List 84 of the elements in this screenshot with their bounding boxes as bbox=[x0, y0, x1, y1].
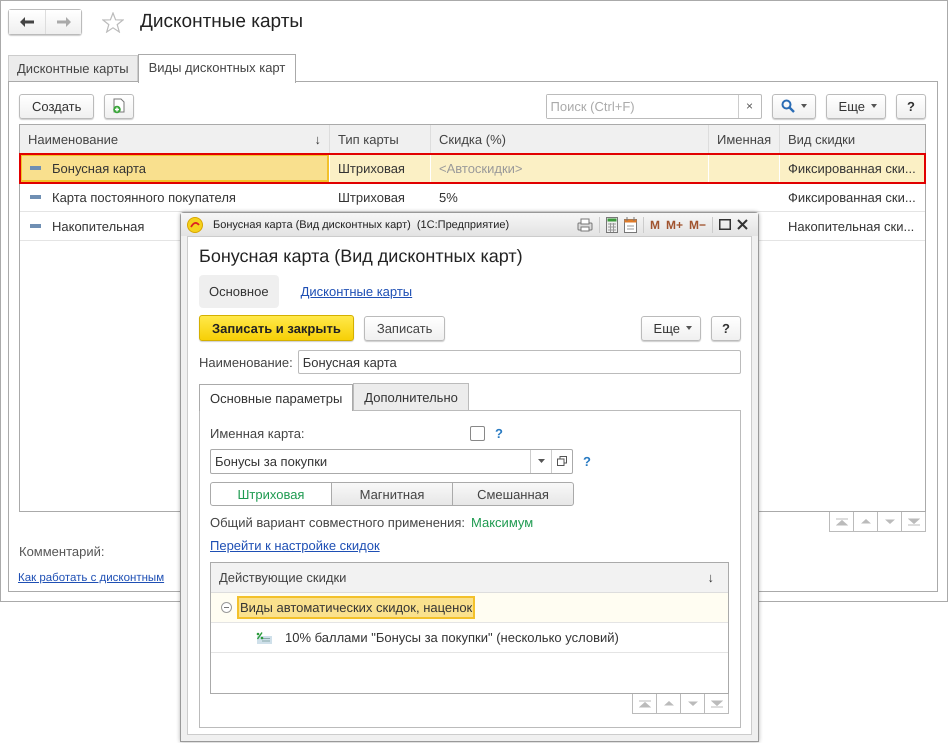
help-hint[interactable]: ? bbox=[583, 454, 591, 468]
open-window-icon bbox=[557, 456, 567, 466]
search-field[interactable]: Поиск (Ctrl+F) × bbox=[546, 94, 762, 118]
star-icon[interactable] bbox=[102, 12, 124, 32]
print-icon[interactable] bbox=[576, 218, 593, 232]
tab[interactable]: Основные параметры bbox=[199, 384, 354, 411]
up-icon bbox=[664, 701, 674, 706]
down-icon bbox=[884, 519, 894, 524]
more-button[interactable]: Еще bbox=[826, 94, 886, 118]
memory-button[interactable]: M bbox=[650, 218, 660, 232]
last-icon bbox=[710, 700, 722, 708]
app-logo-icon bbox=[187, 216, 203, 232]
table-cell: Штриховая bbox=[338, 160, 405, 176]
card-type-option[interactable]: Смешанная bbox=[452, 482, 574, 506]
back-arrow-icon bbox=[20, 17, 34, 27]
item-icon bbox=[30, 195, 41, 199]
table-row[interactable]: Бонусная карта Штриховая <Автоскидки> Фиксированная ски... bbox=[20, 154, 925, 183]
table-cell: Фиксированная ски... bbox=[788, 190, 916, 204]
table-cell: Бонусная карта bbox=[52, 160, 146, 176]
save-and-close-button[interactable]: Записать и закрыть bbox=[199, 315, 354, 341]
maximize-icon[interactable] bbox=[719, 219, 731, 230]
help-link[interactable]: Как работать с дисконтным bbox=[18, 572, 164, 584]
name-label: Наименование: bbox=[199, 354, 293, 370]
column-header[interactable]: Действующие скидки bbox=[219, 570, 346, 585]
clear-button[interactable]: × bbox=[738, 94, 761, 118]
checkbox[interactable] bbox=[470, 426, 485, 440]
dialog-title: Бонусная карта (Вид дисконтных карт) (1С:Предприятие) bbox=[213, 218, 510, 230]
close-icon[interactable] bbox=[737, 219, 748, 230]
add-document-button[interactable] bbox=[104, 94, 134, 118]
window-title: Дисконтные карты bbox=[140, 11, 304, 33]
first-icon bbox=[638, 700, 650, 708]
help-hint[interactable]: ? bbox=[495, 426, 503, 440]
search-icon bbox=[780, 99, 795, 113]
more-button[interactable]: Еще bbox=[640, 316, 701, 340]
collapse-icon[interactable] bbox=[221, 602, 232, 613]
save-button[interactable]: Записать bbox=[364, 316, 446, 340]
create-button[interactable]: Создать bbox=[19, 94, 94, 118]
memory-button[interactable]: M+ bbox=[666, 218, 683, 232]
help-button[interactable]: ? bbox=[896, 94, 926, 118]
caret-icon bbox=[871, 104, 877, 108]
column-header[interactable]: Вид скидки bbox=[780, 125, 925, 153]
first-icon bbox=[836, 518, 848, 526]
down-icon bbox=[688, 701, 698, 706]
section-link[interactable]: Основное bbox=[199, 275, 279, 308]
table-cell: 5% bbox=[439, 190, 458, 204]
settings-link[interactable]: Перейти к настройке скидок bbox=[210, 538, 380, 553]
personal-card-label: Именная карта: bbox=[210, 426, 306, 440]
table-cell: <Автоскидки> bbox=[439, 160, 522, 176]
caret-icon bbox=[686, 326, 692, 330]
table-cell: Накопительная ски... bbox=[788, 218, 914, 234]
forward-arrow-icon bbox=[56, 17, 70, 27]
combine-label: Общий вариант совместного применения: bbox=[210, 514, 466, 530]
bonus-program-field[interactable]: Бонусы за покупки bbox=[210, 448, 573, 474]
calendar-icon[interactable] bbox=[624, 216, 637, 232]
tree-item[interactable]: 10% баллами "Бонусы за покупки" (несколько условий) bbox=[282, 626, 622, 649]
add-document-icon bbox=[112, 98, 126, 114]
section-link[interactable]: Дисконтные карты bbox=[290, 275, 422, 308]
sort-indicator: ↓ bbox=[708, 570, 714, 585]
up-icon bbox=[860, 519, 870, 524]
help-button[interactable]: ? bbox=[711, 316, 741, 340]
card-type-option[interactable]: Штриховая bbox=[210, 482, 332, 506]
tree-item[interactable]: Виды автоматических скидок, наценок bbox=[237, 596, 476, 619]
form-heading: Бонусная карта (Вид дисконтных карт) bbox=[199, 246, 524, 267]
tab[interactable]: Виды дисконтных карт bbox=[138, 54, 296, 83]
back-button[interactable] bbox=[9, 10, 45, 34]
card-type-option[interactable]: Магнитная bbox=[331, 482, 453, 506]
tab[interactable]: Дополнительно bbox=[353, 383, 469, 410]
tab[interactable]: Дисконтные карты bbox=[8, 55, 138, 81]
last-icon bbox=[908, 518, 920, 526]
memory-button[interactable]: M− bbox=[688, 218, 706, 232]
calculator-icon[interactable] bbox=[606, 216, 618, 232]
item-icon bbox=[30, 224, 41, 228]
table-cell: Фиксированная ски... bbox=[788, 160, 916, 176]
table-cell: Штриховая bbox=[338, 190, 405, 204]
caret-icon bbox=[800, 104, 807, 108]
discount-icon bbox=[256, 632, 272, 644]
table-cell: Карта постоянного покупателя bbox=[52, 190, 236, 204]
item-icon bbox=[30, 166, 41, 170]
name-field[interactable]: Бонусная карта bbox=[298, 350, 741, 374]
search-button[interactable] bbox=[772, 94, 816, 118]
caret-icon bbox=[538, 459, 544, 463]
table-cell: Накопительная bbox=[52, 218, 144, 234]
comment-label: Комментарий: bbox=[19, 544, 104, 559]
combine-value: Максимум bbox=[471, 514, 534, 530]
